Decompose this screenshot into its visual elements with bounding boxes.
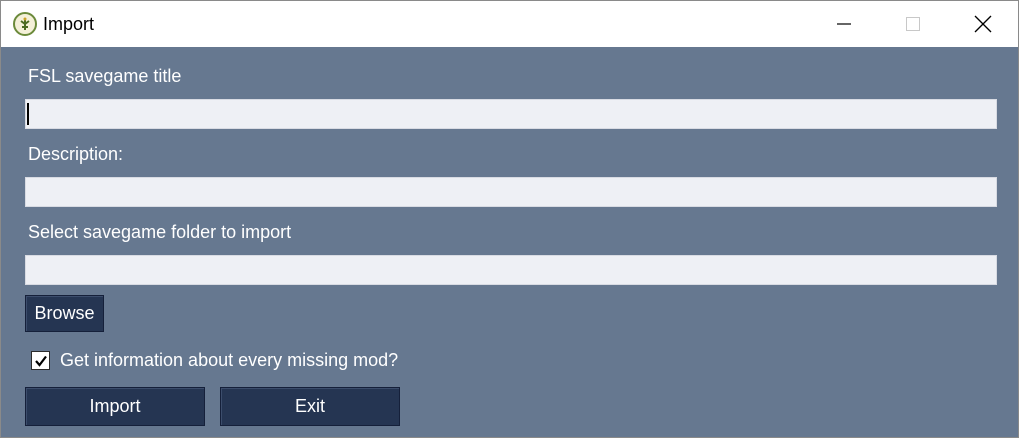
window-title: Import [43,14,95,34]
import-button[interactable]: Import [25,387,205,426]
folder-label: Select savegame folder to import [28,222,292,242]
savegame-title-input[interactable] [25,99,997,129]
browse-button[interactable]: Browse [25,295,104,332]
description-label: Description: [28,144,124,164]
missing-mods-checkbox[interactable] [31,351,50,370]
description-input[interactable] [25,177,997,207]
minimize-button[interactable] [809,1,879,47]
import-window: Import FSL savegame title Description: S… [0,0,1019,438]
exit-button[interactable]: Exit [220,387,400,426]
close-icon [974,15,992,33]
checkmark-icon [34,355,47,367]
dialog-content: FSL savegame title Description: Select s… [1,47,1018,437]
close-button[interactable] [948,1,1018,47]
app-tree-logo-icon [13,12,37,36]
missing-mods-label[interactable]: Get information about every missing mod? [60,350,398,371]
maximize-icon [906,17,920,31]
folder-path-input[interactable] [25,255,997,285]
minimize-icon [837,23,851,25]
maximize-button[interactable] [878,1,948,47]
savegame-title-label: FSL savegame title [28,66,182,86]
text-caret [27,103,29,125]
title-bar[interactable]: Import [1,1,1018,47]
